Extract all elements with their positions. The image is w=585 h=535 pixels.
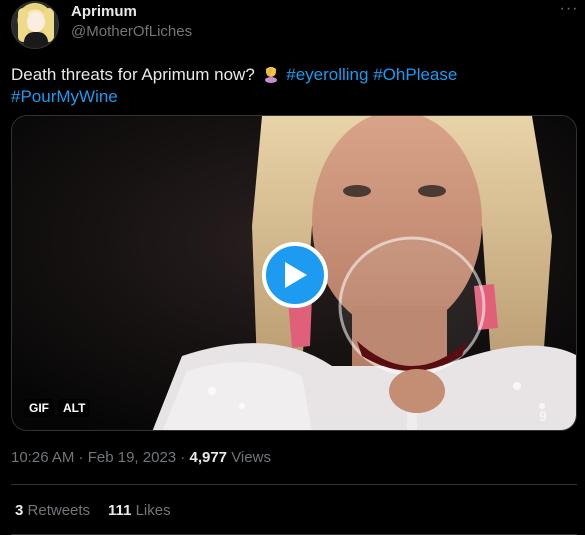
user-handle[interactable]: @MotherOfLiches bbox=[71, 23, 192, 40]
likes-count: 111 bbox=[108, 502, 132, 519]
tweet-stats: 3 Retweets 111 Likes bbox=[15, 502, 171, 519]
likes-link[interactable]: 111 Likes bbox=[108, 502, 171, 519]
channel-watermark: 9 bbox=[539, 408, 547, 424]
tweet-meta: 10:26 AM · Feb 19, 2023 · 4,977 Views bbox=[11, 449, 271, 466]
likes-label: Likes bbox=[135, 502, 171, 519]
tweet-body: Death threats for Aprimum now? bbox=[11, 65, 255, 84]
play-icon bbox=[285, 262, 307, 288]
tweet-time: 10:26 AM bbox=[11, 449, 75, 466]
hashtag-link[interactable]: #PourMyWine bbox=[11, 87, 118, 106]
avatar-face bbox=[27, 12, 45, 32]
watermark-text: 9 bbox=[539, 408, 547, 424]
more-options-icon[interactable]: ··· bbox=[558, 1, 580, 22]
avatar[interactable] bbox=[11, 1, 59, 49]
display-name[interactable]: Aprimum bbox=[71, 3, 137, 20]
gif-media[interactable]: GIF ALT 9 bbox=[11, 115, 577, 431]
hashtag-link[interactable]: #eyerolling bbox=[286, 65, 368, 84]
tweet-time-link[interactable]: 10:26 AM · Feb 19, 2023 bbox=[11, 449, 176, 466]
media-badges: GIF ALT bbox=[24, 399, 91, 417]
retweets-link[interactable]: 3 Retweets bbox=[15, 502, 90, 519]
views-count: 4,977 bbox=[189, 449, 228, 466]
retweets-count: 3 bbox=[15, 502, 24, 519]
woman-facepalming-icon bbox=[262, 65, 280, 83]
avatar-body bbox=[24, 32, 48, 48]
tweet-text: Death threats for Aprimum now? #eyerolli… bbox=[11, 64, 571, 108]
alt-badge[interactable]: ALT bbox=[58, 399, 91, 417]
hashtag-link[interactable]: #OhPlease bbox=[373, 65, 457, 84]
gif-badge: GIF bbox=[24, 399, 54, 417]
play-button[interactable] bbox=[262, 242, 328, 308]
tweet-date: Feb 19, 2023 bbox=[87, 449, 177, 466]
views-label: Views bbox=[231, 449, 271, 466]
retweets-label: Retweets bbox=[27, 502, 91, 519]
divider bbox=[11, 484, 577, 485]
